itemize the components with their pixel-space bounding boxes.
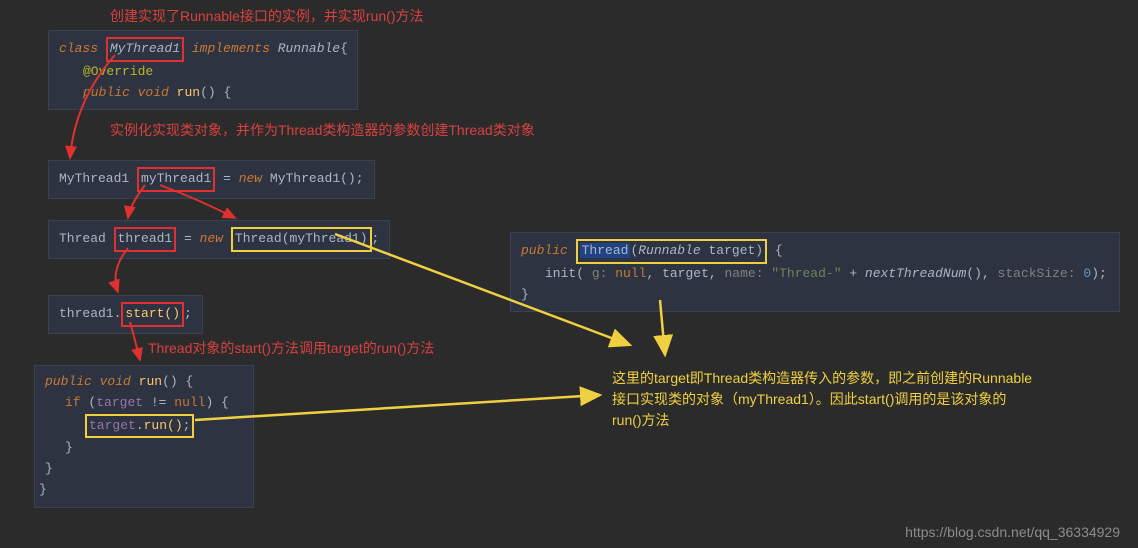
code-line: init( g: null, target, name: "Thread-" +… bbox=[521, 264, 1109, 285]
code-line: } bbox=[45, 438, 243, 459]
code-box-thread-ctor: public Thread(Runnable target) { init( g… bbox=[510, 232, 1120, 312]
kw-implements: implements bbox=[192, 41, 270, 56]
code-line: if (target != null) { bbox=[45, 393, 243, 414]
code-line: thread1.start(); bbox=[59, 302, 192, 327]
annotation-target-explain: 这里的target即Thread类构造器传入的参数，即之前创建的Runnable… bbox=[612, 368, 1112, 431]
code-line: public void run() { bbox=[45, 372, 243, 393]
highlight-class-name: MyThread1 bbox=[106, 37, 184, 62]
annotation-start-calls-run: Thread对象的start()方法调用target的run()方法 bbox=[148, 338, 434, 358]
code-line: @Override bbox=[59, 62, 347, 83]
watermark: https://blog.csdn.net/qq_36334929 bbox=[905, 524, 1120, 540]
annotation-instantiate: 实例化实现类对象，并作为Thread类构造器的参数创建Thread类对象 bbox=[110, 120, 535, 140]
kw-class: class bbox=[59, 41, 98, 56]
code-box-run-impl: public void run() { if (target != null) … bbox=[34, 365, 254, 508]
highlight-target-run: target.run(); bbox=[85, 414, 194, 439]
code-line: } bbox=[521, 285, 1109, 306]
highlight-start-call: start() bbox=[121, 302, 184, 327]
annotation-top-create: 创建实现了Runnable接口的实例，并实现run()方法 bbox=[110, 6, 424, 26]
code-line: } bbox=[45, 459, 243, 480]
code-box-new-thread: Thread thread1 = new Thread(myThread1); bbox=[48, 220, 390, 259]
code-box-new-mythread: MyThread1 myThread1 = new MyThread1(); bbox=[48, 160, 375, 199]
highlight-thread-ctor-call: Thread(myThread1) bbox=[231, 227, 372, 252]
code-line: target.run(); bbox=[45, 414, 243, 439]
arrow-yellow bbox=[195, 395, 600, 420]
highlight-thread-ctor-sig: Thread(Runnable target) bbox=[576, 239, 767, 264]
code-line: public void run() { bbox=[59, 83, 347, 104]
code-line: MyThread1 myThread1 = new MyThread1(); bbox=[59, 167, 364, 192]
code-box-start-call: thread1.start(); bbox=[48, 295, 203, 334]
code-line: Thread thread1 = new Thread(myThread1); bbox=[59, 227, 379, 252]
code-box-class-decl: class MyThread1 implements Runnable{ @Ov… bbox=[48, 30, 358, 110]
code-line: public Thread(Runnable target) { bbox=[521, 239, 1109, 264]
code-line: class MyThread1 implements Runnable{ bbox=[59, 37, 347, 62]
annotation-override: @Override bbox=[83, 64, 153, 79]
highlight-var-mythread1: myThread1 bbox=[137, 167, 215, 192]
impl-name: Runnable bbox=[278, 41, 340, 56]
code-line: } bbox=[39, 480, 243, 501]
highlight-var-thread1: thread1 bbox=[114, 227, 177, 252]
